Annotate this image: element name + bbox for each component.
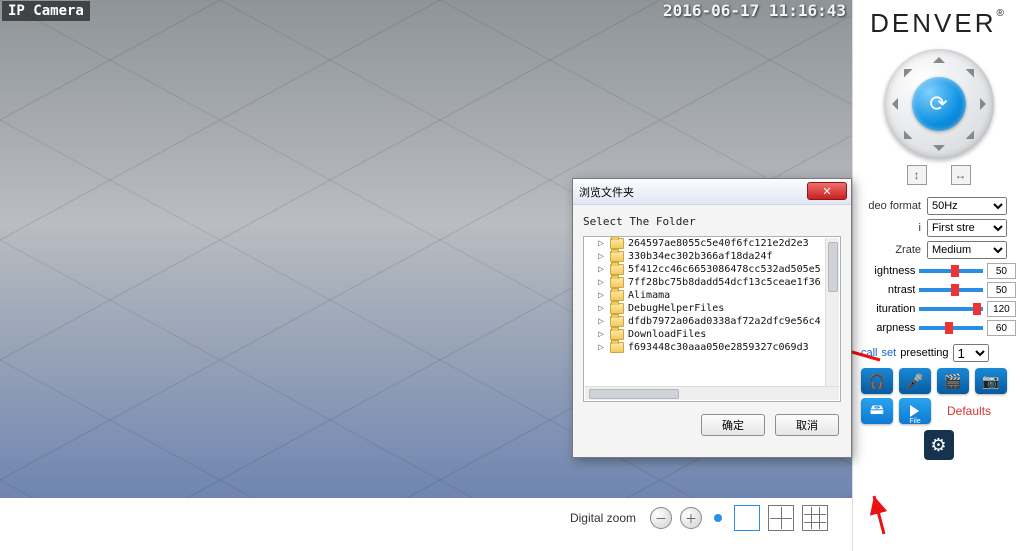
ptz-down-button[interactable] [933,145,945,157]
expand-triangle-icon[interactable]: ▷ [598,264,606,275]
zoom-in-button[interactable]: ＋ [680,507,702,529]
ptz-refresh-button[interactable] [912,77,966,131]
ptz-left-button[interactable] [886,98,898,110]
expand-triangle-icon[interactable]: ▷ [598,251,606,262]
folder-tree-item[interactable]: ▷ Alimama [598,289,840,302]
folder-tree-item[interactable]: ▷ 7ff28bc75b8dadd54dcf13c5ceae1f36 [598,276,840,289]
zoom-out-button[interactable]: － [650,507,672,529]
layout-2x2-button[interactable] [768,505,794,531]
layout-3x3-button[interactable] [802,505,828,531]
tree-vertical-scrollbar[interactable] [825,238,839,386]
zoom-indicator-dot [714,514,722,522]
preset-label: presetting [900,347,948,359]
folder-tree-item[interactable]: ▷ 330b34ec302b366af18da24f [598,250,840,263]
brightness-slider[interactable] [919,269,982,273]
folder-name: DebugHelperFiles [628,303,724,314]
ptz-right-button[interactable] [980,98,992,110]
video-format-label: deo format [861,200,921,212]
folder-name: 7ff28bc75b8dadd54dcf13c5ceae1f36 [628,277,821,288]
dialog-close-button[interactable]: ✕ [807,182,847,200]
expand-triangle-icon[interactable]: ▷ [598,316,606,327]
folder-tree-item[interactable]: ▷ f693448c30aaa050e2859327c069d3 [598,341,840,354]
folder-icon [610,290,624,301]
layout-single-button[interactable] [734,505,760,531]
audio-listen-button[interactable]: 🎧 [861,368,893,394]
folder-name: dfdb7972a06ad0338af72a2dfc9e56c4 [628,316,821,327]
sharpness-label: arpness [861,322,915,334]
video-timestamp: 2016-06-17 11:16:43 [663,1,846,20]
folder-icon [610,316,624,327]
flip-vertical-button[interactable]: ↕ [907,165,927,185]
side-panel: DENVER® ↕ ↔ deo format 50Hz i First stre… [852,0,1024,551]
saturation-label: ituration [861,303,915,315]
folder-icon [610,251,624,262]
sharpness-slider[interactable] [919,326,982,330]
stream-select[interactable]: First stre [927,219,1007,237]
folder-icon [610,342,624,353]
zrate-select[interactable]: Medium [927,241,1007,259]
folder-name: 330b34ec302b366af18da24f [628,251,773,262]
folder-tree-item[interactable]: ▷ DebugHelperFiles [598,302,840,315]
preset-call-link[interactable]: call [861,347,878,359]
preset-set-link[interactable]: set [882,347,897,359]
contrast-label: ntrast [861,284,915,296]
expand-triangle-icon[interactable]: ▷ [598,290,606,301]
folder-tree-item[interactable]: ▷ 5f412cc46c6653086478cc532ad505e5 [598,263,840,276]
stream-label: i [861,222,921,234]
brightness-value: 50 [987,263,1016,279]
folder-tree-item[interactable]: ▷ DownloadFiles [598,328,840,341]
settings-gear-button[interactable]: ⚙ [924,430,954,460]
ptz-dial [884,49,994,159]
dialog-title-text: 浏览文件夹 [579,184,634,200]
expand-triangle-icon[interactable]: ▷ [598,238,606,249]
brand-logo: DENVER® [861,8,1016,39]
zrate-label: Zrate [861,244,921,256]
folder-icon [610,329,624,340]
folder-name: f693448c30aaa050e2859327c069d3 [628,342,809,353]
video-format-select[interactable]: 50Hz [927,197,1007,215]
folder-icon [610,277,624,288]
browse-folder-dialog: 浏览文件夹 ✕ Select The Folder ▷ 264597ae8055c… [572,178,852,458]
digital-zoom-label: Digital zoom [570,511,636,525]
zoom-toolbar: Digital zoom － ＋ [0,498,852,538]
record-button[interactable]: 🎬 [937,368,969,394]
camera-label: IP Camera [2,1,90,21]
folder-name: Alimama [628,290,670,301]
contrast-slider[interactable] [919,288,982,292]
expand-triangle-icon[interactable]: ▷ [598,303,606,314]
tree-horizontal-scrollbar[interactable] [585,386,839,400]
storage-button[interactable]: 🖴 [861,398,893,424]
folder-name: DownloadFiles [628,329,706,340]
folder-tree-item[interactable]: ▷ dfdb7972a06ad0338af72a2dfc9e56c4 [598,315,840,328]
dialog-subtitle: Select The Folder [573,205,851,232]
snapshot-button[interactable]: 📷 [975,368,1007,394]
saturation-slider[interactable] [919,307,982,311]
dialog-cancel-button[interactable]: 取消 [775,414,839,436]
expand-triangle-icon[interactable]: ▷ [598,329,606,340]
folder-tree[interactable]: ▷ 264597ae8055c5e40f6fc121e2d2e3 ▷ 330b34ec… [583,236,841,402]
flip-horizontal-button[interactable]: ↔ [951,165,971,185]
expand-triangle-icon[interactable]: ▷ [598,277,606,288]
defaults-link[interactable]: Defaults [947,404,991,418]
folder-name: 264597ae8055c5e40f6fc121e2d2e3 [628,238,809,249]
folder-tree-item[interactable]: ▷ 264597ae8055c5e40f6fc121e2d2e3 [598,237,840,250]
dialog-ok-button[interactable]: 确定 [701,414,765,436]
contrast-value: 50 [987,282,1016,298]
saturation-value: 120 [987,301,1016,317]
expand-triangle-icon[interactable]: ▷ [598,342,606,353]
file-play-button[interactable]: File [899,398,931,424]
sharpness-value: 60 [987,320,1016,336]
folder-icon [610,238,624,249]
preset-select[interactable]: 1 [953,344,989,362]
audio-talk-button[interactable]: 🎤 [899,368,931,394]
folder-name: 5f412cc46c6653086478cc532ad505e5 [628,264,821,275]
ptz-up-button[interactable] [933,51,945,63]
folder-icon [610,264,624,275]
brightness-label: ightness [861,265,915,277]
dialog-titlebar[interactable]: 浏览文件夹 ✕ [573,179,851,205]
folder-icon [610,303,624,314]
